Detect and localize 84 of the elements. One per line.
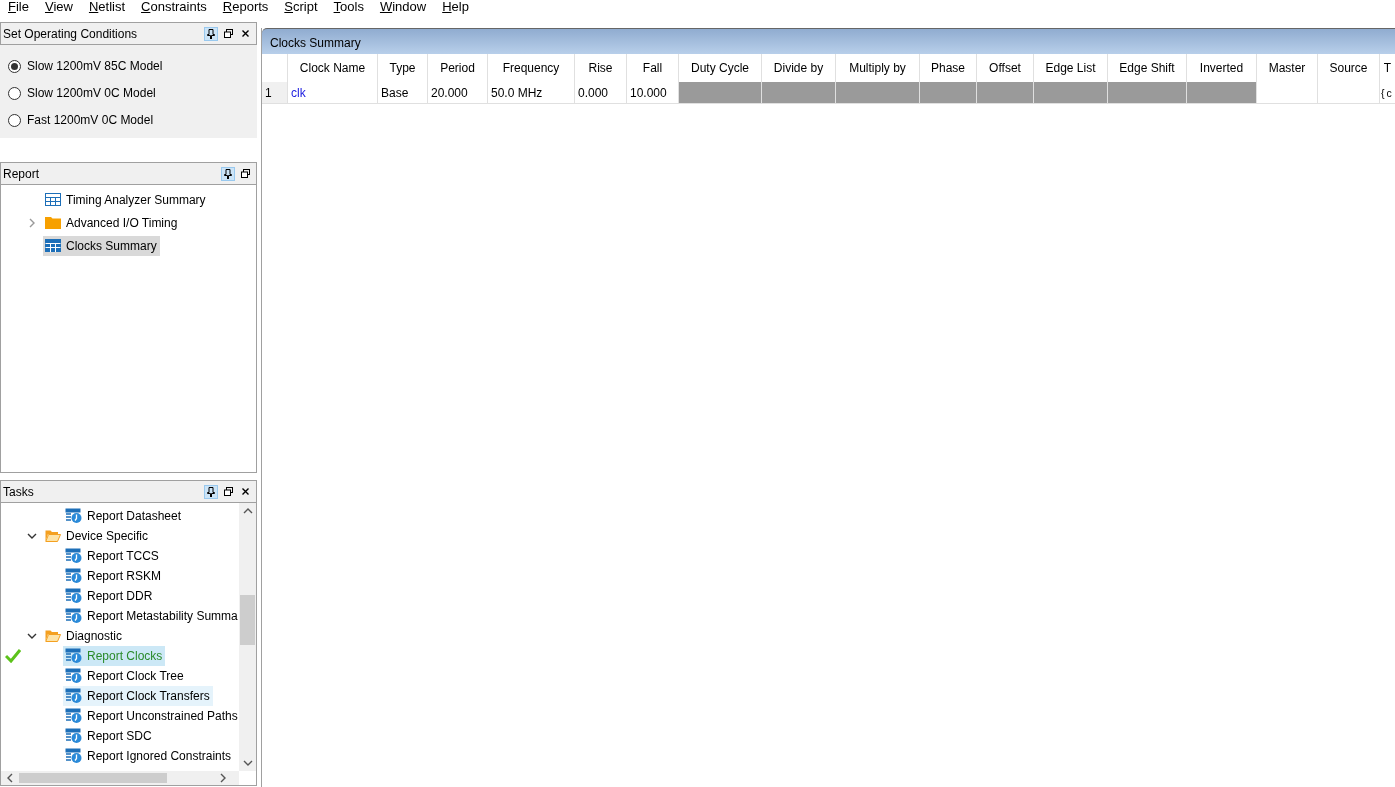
task-item[interactable]: Report Datasheet [63, 506, 185, 526]
table-cell: 50.0 MHz [488, 82, 575, 104]
task-clock-icon [65, 728, 82, 744]
scroll-left-icon[interactable] [6, 773, 14, 783]
table-icon [45, 193, 61, 206]
menu-item[interactable]: Netlist [80, 0, 134, 13]
float-button[interactable] [221, 26, 235, 41]
table-cell: Base [378, 82, 428, 104]
chevron-right-icon[interactable] [27, 217, 37, 228]
model-option[interactable]: Slow 1200mV 85C Model [8, 59, 249, 73]
folder-icon [45, 630, 61, 642]
panel-title: Report [3, 166, 41, 181]
task-clock-icon [65, 668, 82, 684]
clock-link[interactable]: clk [288, 82, 378, 104]
menu-item[interactable]: Window [371, 0, 435, 13]
pin-button[interactable] [204, 484, 218, 499]
pin-icon [224, 168, 232, 179]
table-cell: 20.000 [428, 82, 488, 104]
task-clock-icon [65, 568, 82, 584]
menu-item[interactable]: Help [434, 0, 477, 13]
menu-item[interactable]: View [36, 0, 81, 13]
task-item[interactable]: Report Clock Transfers [63, 686, 213, 706]
task-clock-icon [65, 688, 82, 704]
task-clock-icon [65, 508, 82, 524]
checkmark-icon [5, 649, 21, 663]
chevron-down-icon[interactable] [27, 531, 37, 541]
report-folder[interactable]: Advanced I/O Timing [43, 212, 181, 233]
folder-icon [45, 216, 61, 229]
pin-icon [207, 28, 215, 39]
disabled-cell [977, 82, 1034, 104]
tree-folder[interactable]: Device Specific [43, 526, 152, 546]
float-button[interactable] [238, 166, 252, 181]
row-number: 1 [262, 82, 288, 104]
menu-item[interactable]: Script [276, 0, 326, 13]
menu-item[interactable]: File [0, 0, 37, 13]
task-item[interactable]: Report DDR [63, 586, 156, 606]
model-option[interactable]: Slow 1200mV 0C Model [8, 86, 249, 100]
task-item[interactable]: Report Unconstrained Paths [63, 706, 239, 726]
menu-item[interactable]: Constraints [133, 0, 215, 13]
scroll-up-icon[interactable] [242, 507, 253, 515]
pin-button[interactable] [204, 26, 218, 41]
vertical-scrollbar[interactable] [239, 503, 256, 771]
scroll-down-icon[interactable] [242, 759, 253, 767]
scrollbar-thumb[interactable] [19, 773, 167, 783]
task-item[interactable]: Report TCCS [63, 546, 162, 566]
task-item[interactable]: Report SDC [63, 726, 155, 746]
task-item[interactable]: Report Ignored Constraints [63, 746, 235, 766]
task-clock-icon [65, 548, 82, 564]
task-item[interactable]: Report Clock Tree [63, 666, 187, 686]
task-clock-icon [65, 708, 82, 724]
scrollbar-thumb[interactable] [240, 595, 255, 645]
close-icon [241, 30, 249, 37]
menu-item[interactable]: Reports [214, 0, 277, 13]
close-icon [241, 488, 249, 495]
restore-icon [240, 169, 250, 178]
horizontal-scrollbar[interactable] [1, 771, 239, 785]
report-item[interactable]: Clocks Summary [43, 235, 160, 256]
menu-item[interactable]: Tools [325, 0, 372, 13]
disabled-cell [920, 82, 977, 104]
restore-icon [223, 29, 233, 38]
task-item[interactable]: Report Clocks [63, 646, 166, 666]
report-tab[interactable]: Clocks Summary [262, 28, 1395, 54]
task-item[interactable]: Report RSKM [63, 566, 165, 586]
folder-icon [45, 530, 61, 542]
panel-title: Tasks [3, 484, 35, 499]
tree-folder[interactable]: Diagnostic [43, 626, 126, 646]
table-icon [45, 239, 61, 252]
task-clock-icon [65, 608, 82, 624]
restore-icon [223, 487, 233, 496]
task-clock-icon [65, 748, 82, 764]
table-cell: 0.000 [575, 82, 627, 104]
model-option[interactable]: Fast 1200mV 0C Model [8, 113, 249, 127]
pin-button[interactable] [221, 166, 235, 181]
pin-icon [207, 486, 215, 497]
disabled-cell [1187, 82, 1257, 104]
report-item[interactable]: Timing Analyzer Summary [43, 189, 209, 210]
task-clock-icon [65, 588, 82, 604]
panel-title: Set Operating Conditions [3, 26, 139, 41]
task-clock-icon [65, 648, 82, 664]
table-cell: 10.000 [627, 82, 679, 104]
scroll-right-icon[interactable] [219, 773, 227, 783]
task-item[interactable]: Report Metastability Summa [63, 606, 239, 626]
chevron-down-icon[interactable] [27, 631, 37, 641]
float-button[interactable] [221, 484, 235, 499]
